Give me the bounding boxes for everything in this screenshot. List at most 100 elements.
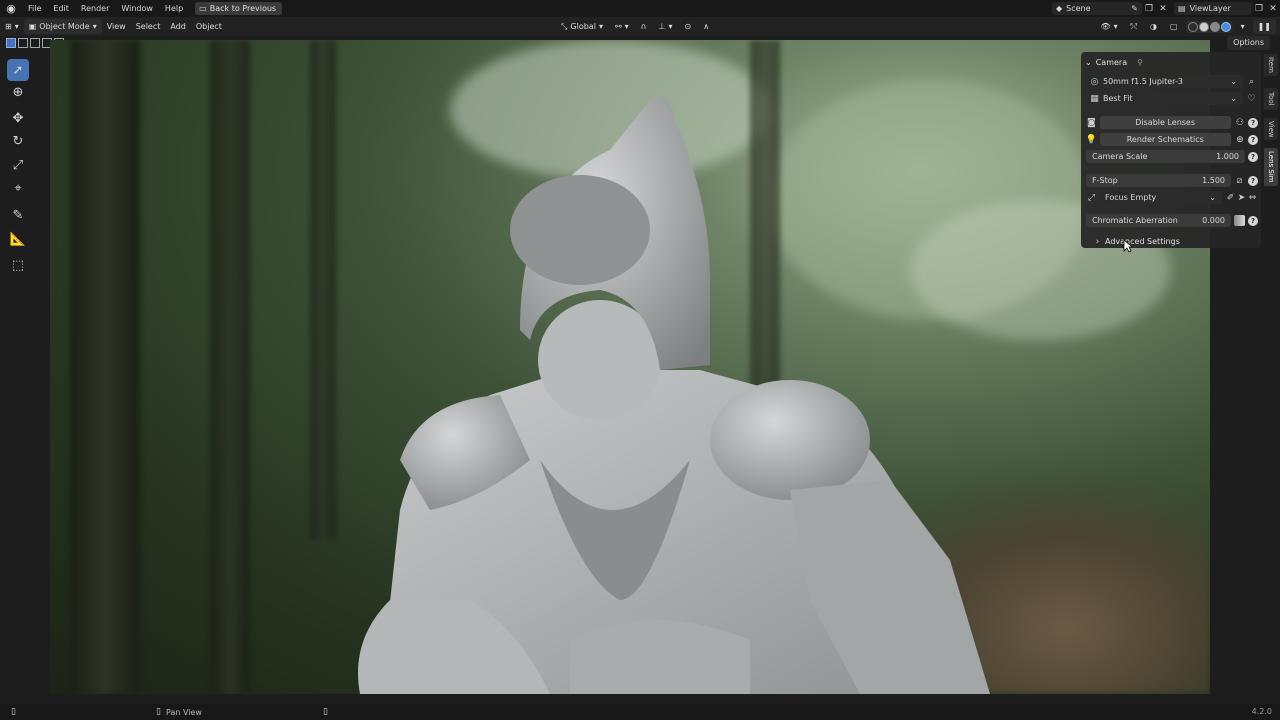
help-icon[interactable]: ? bbox=[1248, 134, 1258, 145]
chevron-down-icon: ⌄ bbox=[1230, 77, 1237, 86]
lens-preset-dropdown[interactable]: ◎ 50mm f1.5 Jupiter-3 ⌄ bbox=[1086, 75, 1243, 88]
rendered-shading-icon[interactable] bbox=[1220, 21, 1231, 32]
chevron-down-icon: ▾ bbox=[1240, 22, 1245, 31]
menu-window[interactable]: Window bbox=[115, 0, 159, 17]
gizmo-toggle[interactable]: ⤲ bbox=[1126, 19, 1142, 34]
menu-select[interactable]: Select bbox=[131, 19, 166, 34]
help-icon[interactable]: ? bbox=[1248, 117, 1258, 128]
blender-logo-icon[interactable]: ◉ bbox=[0, 0, 22, 17]
proportional-edit-toggle[interactable]: ⊙ bbox=[680, 19, 697, 34]
eyedropper-icon[interactable]: ✐ bbox=[1225, 192, 1236, 203]
chromatic-aberration-label: Chromatic Aberration bbox=[1092, 216, 1178, 225]
measure-tool-icon[interactable]: 📐 bbox=[7, 228, 29, 250]
render-schematics-row: 💡 Render Schematics ⊕ ? bbox=[1086, 133, 1258, 146]
3d-viewport[interactable] bbox=[50, 40, 1210, 694]
focus-target-icon[interactable]: ⇔ bbox=[1247, 192, 1258, 203]
shading-options-button[interactable]: ▾ bbox=[1236, 19, 1250, 34]
menu-view[interactable]: View bbox=[102, 19, 131, 34]
armor-statue-render bbox=[358, 97, 990, 694]
add-cube-tool-icon[interactable]: ⬚ bbox=[7, 254, 29, 276]
new-scene-icon[interactable]: ❐ bbox=[1142, 2, 1156, 15]
disable-lenses-button[interactable]: Disable Lenses bbox=[1099, 116, 1231, 129]
help-icon[interactable]: ? bbox=[1248, 151, 1258, 162]
menu-add[interactable]: Add bbox=[165, 19, 191, 34]
help-icon[interactable]: ? bbox=[1248, 215, 1258, 226]
status-bar: ▯ ▯ Pan View ▯ 4.2.0 bbox=[0, 704, 1280, 720]
pivot-point-button[interactable]: ⚯ ▾ bbox=[610, 19, 634, 34]
help-icon[interactable]: ? bbox=[1248, 175, 1258, 186]
heart-icon[interactable]: ♡ bbox=[1246, 93, 1257, 104]
menu-file[interactable]: File bbox=[22, 0, 47, 17]
orientation-icon: ⤡ bbox=[561, 21, 568, 31]
pin-icon[interactable]: ⚲ bbox=[1137, 58, 1143, 67]
object-mode-dropdown[interactable]: ▣ Object Mode ▾ bbox=[23, 19, 102, 34]
fstop-row: F-Stop 1.500 ⧄ ? bbox=[1086, 174, 1258, 187]
advanced-settings-row[interactable]: › Advanced Settings bbox=[1086, 235, 1258, 248]
mouse-right-icon: ▯ bbox=[322, 707, 328, 717]
menu-edit[interactable]: Edit bbox=[47, 0, 75, 17]
globe-icon[interactable]: ⊕ bbox=[1235, 134, 1246, 145]
snap-target-button[interactable]: ⊥ ▾ bbox=[654, 19, 678, 34]
scale-tool-icon[interactable]: ⤢ bbox=[7, 154, 29, 176]
cursor-select-icon[interactable]: ➤ bbox=[1236, 192, 1247, 203]
scene-icon: ◆ bbox=[1056, 4, 1063, 13]
select-box-tool-icon[interactable]: ➚ bbox=[7, 59, 29, 81]
select-subtract-icon[interactable] bbox=[30, 38, 40, 48]
camera-panel-header[interactable]: ⌄ Camera ⚲ bbox=[1081, 55, 1143, 69]
annotate-tool-icon[interactable]: ✎ bbox=[7, 204, 29, 226]
transform-tool-icon[interactable]: ⌖ bbox=[7, 177, 29, 199]
falloff-button[interactable]: ∧ bbox=[698, 19, 714, 34]
transform-orientation-dropdown[interactable]: ⤡ Global ▾ bbox=[556, 19, 608, 34]
cursor-tool-icon[interactable]: ⊕ bbox=[7, 81, 29, 103]
tab-view[interactable]: View bbox=[1264, 118, 1278, 140]
chevron-down-icon: ⌄ bbox=[1209, 193, 1216, 202]
fstop-slider[interactable]: F-Stop 1.500 bbox=[1086, 174, 1231, 187]
focus-object-value: Focus Empty bbox=[1105, 193, 1157, 202]
delete-scene-icon[interactable]: ✕ bbox=[1156, 2, 1170, 15]
delete-viewlayer-icon[interactable]: ✕ bbox=[1266, 2, 1280, 15]
xray-toggle[interactable]: ▢ bbox=[1165, 19, 1183, 34]
tab-lens-sim[interactable]: Lens Sim bbox=[1264, 148, 1278, 186]
render-schematics-button[interactable]: Render Schematics bbox=[1100, 133, 1231, 146]
move-tool-icon[interactable]: ✥ bbox=[7, 107, 29, 129]
shading-mode-group bbox=[1185, 20, 1233, 33]
fit-mode-dropdown[interactable]: ▦ Best Fit ⌄ bbox=[1086, 92, 1243, 105]
new-viewlayer-icon[interactable]: ❐ bbox=[1252, 2, 1266, 15]
menu-render[interactable]: Render bbox=[75, 0, 115, 17]
search-icon[interactable]: ⌕ bbox=[1246, 76, 1257, 87]
options-dropdown[interactable]: Options bbox=[1227, 36, 1270, 50]
select-new-icon[interactable] bbox=[6, 38, 16, 48]
chevron-down-icon: ▾ bbox=[92, 22, 97, 31]
aperture-icon[interactable]: ⧄ bbox=[1234, 175, 1245, 186]
menu-object[interactable]: Object bbox=[191, 19, 227, 34]
screen-icon: ▭ bbox=[199, 4, 207, 13]
sidebar-toggle[interactable]: ❚❚ bbox=[1252, 19, 1276, 34]
visibility-dropdown[interactable]: 👁 ▾ bbox=[1095, 19, 1122, 34]
snap-toggle[interactable]: ∩ bbox=[636, 19, 652, 34]
focus-object-dropdown[interactable]: Focus Empty ⌄ bbox=[1099, 191, 1222, 204]
select-extend-icon[interactable] bbox=[18, 38, 28, 48]
transform-controls: ⤡ Global ▾ ⚯ ▾ ∩ ⊥ ▾ ⊙ ∧ bbox=[556, 17, 714, 36]
chromatic-aberration-slider[interactable]: Chromatic Aberration 0.000 bbox=[1086, 214, 1231, 227]
editor-type-button[interactable]: ⊞ ▾ bbox=[0, 19, 24, 34]
lens-group-icon[interactable]: ⚇ bbox=[1235, 117, 1246, 128]
camera-panel-title: Camera bbox=[1095, 57, 1128, 67]
pin-icon[interactable]: ✎ bbox=[1131, 4, 1138, 13]
gradient-icon[interactable] bbox=[1234, 215, 1245, 226]
magnet-icon: ∩ bbox=[640, 22, 647, 31]
camera-scale-slider[interactable]: Camera Scale 1.000 bbox=[1086, 150, 1245, 163]
topbar-right-group: ◆ Scene ✎ ❐ ✕ ▤ ViewLayer ❐ ✕ bbox=[1052, 0, 1280, 17]
tab-item[interactable]: Item bbox=[1264, 54, 1278, 76]
menu-help[interactable]: Help bbox=[159, 0, 189, 17]
tab-tool[interactable]: Tool bbox=[1264, 88, 1278, 110]
overlay-toggle[interactable]: ◑ bbox=[1145, 19, 1162, 34]
rotate-tool-icon[interactable]: ↻ bbox=[7, 130, 29, 152]
material-shading-icon[interactable] bbox=[1209, 21, 1220, 32]
scene-selector[interactable]: ◆ Scene ✎ bbox=[1052, 2, 1142, 15]
viewlayer-icon: ▤ bbox=[1178, 4, 1186, 13]
back-to-previous-button[interactable]: ▭ Back to Previous bbox=[195, 2, 283, 15]
viewlayer-selector[interactable]: ▤ ViewLayer bbox=[1174, 2, 1252, 15]
solid-shading-icon[interactable] bbox=[1198, 21, 1209, 32]
fit-mode-value: Best Fit bbox=[1103, 94, 1133, 103]
wireframe-shading-icon[interactable] bbox=[1187, 21, 1198, 32]
